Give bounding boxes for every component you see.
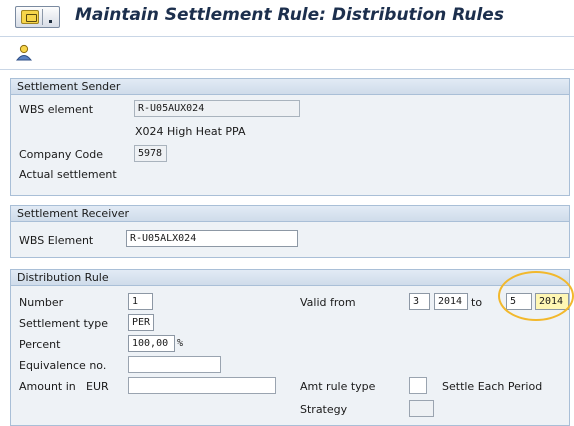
equivalence-number-field[interactable] [128,356,221,373]
group-title: Distribution Rule [11,270,569,286]
dropdown-icon [49,20,52,23]
valid-from-period-field[interactable]: 3 [409,293,430,310]
strategy-field[interactable] [409,400,434,417]
percent-label: Percent [19,338,61,351]
sap-menu-icon [21,10,39,24]
amount-in-label: Amount in [19,380,76,393]
percent-unit: % [177,338,184,349]
wbs-element-label: WBS element [19,103,94,116]
group-title: Settlement Sender [11,79,569,95]
amount-rule-type-field[interactable] [409,377,427,394]
company-code-label: Company Code [19,148,103,161]
to-label: to [471,296,483,309]
strategy-label: Strategy [300,403,348,416]
group-title: Settlement Receiver [11,206,569,222]
page-title: Maintain Settlement Rule: Distribution R… [75,5,504,25]
valid-to-period-field[interactable]: 5 [506,293,532,310]
sender-wbs-description: X024 High Heat PPA [135,125,246,138]
valid-to-year-field[interactable]: 2014 [535,293,569,310]
settlement-type-label: Settlement type [19,317,109,330]
sender-wbs-element-field[interactable]: R-U05AUX024 [134,100,300,117]
system-menu-button[interactable] [15,6,60,28]
amount-field[interactable] [128,377,276,394]
number-field[interactable]: 1 [128,293,153,310]
person-responsible-icon[interactable] [14,43,34,63]
percent-field[interactable]: 100,00 [128,335,175,352]
amount-rule-type-label: Amt rule type [300,380,376,393]
company-code-field[interactable]: 5978 [134,145,167,162]
settlement-receiver-group: Settlement Receiver WBS Element R-U05ALX… [10,205,570,258]
settlement-type-field[interactable]: PER [128,314,154,331]
menu-separator [42,9,43,25]
valid-from-year-field[interactable]: 2014 [434,293,468,310]
amount-rule-type-text: Settle Each Period [442,380,543,393]
number-label: Number [19,296,64,309]
actual-settlement-label: Actual settlement [19,168,117,181]
receiver-wbs-label: WBS Element [19,234,94,247]
distribution-rule-group: Distribution Rule Number 1 Settlement ty… [10,269,570,426]
application-toolbar [0,36,574,70]
title-bar: Maintain Settlement Rule: Distribution R… [0,0,574,33]
receiver-wbs-element-field[interactable]: R-U05ALX024 [126,230,298,247]
settlement-sender-group: Settlement Sender WBS element R-U05AUX02… [10,78,570,196]
valid-from-label: Valid from [300,296,356,309]
amount-currency: EUR [86,380,109,393]
equivalence-number-label: Equivalence no. [19,359,107,372]
